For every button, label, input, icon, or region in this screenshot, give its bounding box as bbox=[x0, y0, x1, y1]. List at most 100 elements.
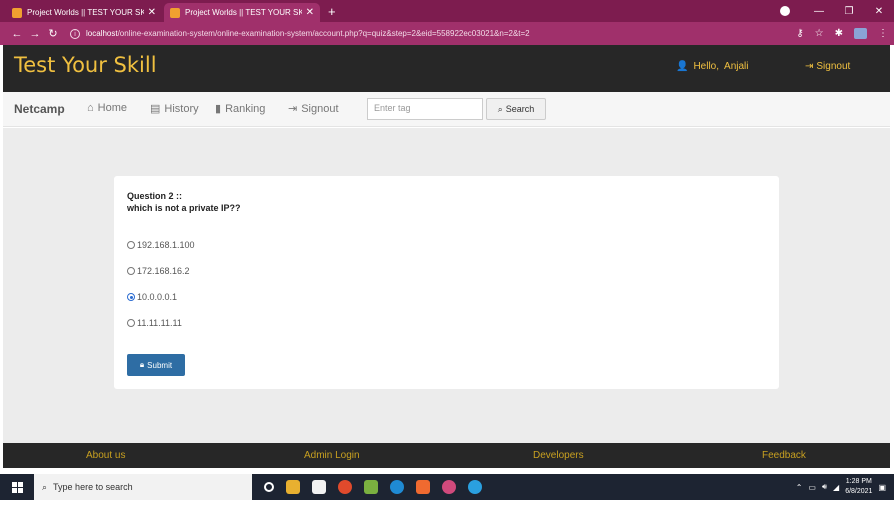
signout-icon: ⇥ bbox=[805, 61, 814, 72]
option-radio-selected[interactable] bbox=[127, 293, 135, 301]
notification-icon[interactable]: ▣ bbox=[878, 483, 886, 492]
browser-tab-2[interactable]: Project Worlds || TEST YOUR SKIL ✕ bbox=[164, 3, 320, 22]
taskbar-search[interactable]: ⌕ Type here to search bbox=[34, 474, 252, 500]
submit-button[interactable]: 🔒︎ Submit bbox=[127, 354, 185, 376]
search-button-label: Search bbox=[505, 104, 535, 114]
search-icon: ⌕ bbox=[497, 103, 503, 114]
clock-time: 1:28 PM bbox=[845, 478, 872, 485]
navbar-brand[interactable]: Netcamp bbox=[14, 102, 65, 116]
option-4[interactable]: 11.11.11.11 bbox=[127, 318, 182, 328]
star-icon[interactable]: ☆ bbox=[815, 28, 824, 39]
submit-label: Submit bbox=[147, 360, 173, 370]
close-tab-icon[interactable]: ✕ bbox=[148, 7, 156, 18]
minimize-icon[interactable]: — bbox=[804, 6, 834, 17]
restore-icon[interactable]: ❐ bbox=[834, 6, 864, 17]
window-controls: — ❐ ✕ bbox=[780, 0, 894, 22]
extensions-area: ⚷ ☆ ✱ ⋮ bbox=[796, 22, 888, 45]
option-label: 10.0.0.0.1 bbox=[137, 292, 178, 302]
edge-beta-icon[interactable] bbox=[468, 480, 482, 494]
option-2[interactable]: 172.168.16.2 bbox=[127, 266, 190, 276]
site-brand: Test Your Skill bbox=[14, 53, 157, 77]
system-tray: ⌃ ▭ 🔊︎ ◢ 1:28 PM 6/8/2021 ▣ bbox=[796, 474, 894, 500]
screen: Project Worlds || TEST YOUR SKIL ✕ Proje… bbox=[0, 0, 894, 523]
task-view-icon[interactable] bbox=[264, 482, 274, 492]
chrome-icon[interactable] bbox=[338, 480, 352, 494]
greeting-label: Hello, bbox=[693, 61, 720, 72]
search-icon: ⌕ bbox=[42, 481, 48, 492]
history-icon: ▤ bbox=[150, 103, 161, 115]
nav-ranking[interactable]: ▮ Ranking bbox=[215, 102, 266, 116]
store-icon[interactable] bbox=[312, 480, 326, 494]
reload-icon[interactable]: ↻ bbox=[44, 27, 62, 40]
nav-signout[interactable]: ⇥ Signout bbox=[288, 102, 339, 116]
close-tab-icon[interactable]: ✕ bbox=[306, 7, 314, 18]
lock-icon: 🔒︎ bbox=[139, 360, 145, 369]
site-header: Test Your Skill 👤 Hello, Anjali ⇥ Signou… bbox=[3, 45, 890, 92]
clock-date: 6/8/2021 bbox=[845, 488, 873, 495]
url-field[interactable]: i localhost/online-examination-system/on… bbox=[70, 28, 530, 39]
user-greeting: 👤 Hello, Anjali bbox=[676, 61, 749, 72]
question-text: which is not a private IP?? bbox=[127, 203, 241, 213]
nav-home[interactable]: ⌂ Home bbox=[87, 102, 127, 114]
clock[interactable]: 1:28 PM 6/8/2021 bbox=[845, 477, 872, 497]
search-input[interactable]: Enter tag bbox=[367, 98, 483, 120]
nav-history[interactable]: ▤ History bbox=[150, 102, 199, 116]
ranking-icon: ▮ bbox=[215, 103, 222, 115]
footer-feedback-link[interactable]: Feedback bbox=[762, 450, 806, 461]
file-explorer-icon[interactable] bbox=[286, 480, 300, 494]
home-icon: ⌂ bbox=[87, 102, 94, 114]
edge-icon[interactable] bbox=[390, 480, 404, 494]
question-number: Question 2 :: bbox=[127, 191, 183, 201]
forward-icon[interactable]: → bbox=[26, 28, 44, 40]
footer-about-link[interactable]: About us bbox=[86, 450, 125, 461]
tab-title: Project Worlds || TEST YOUR SKIL bbox=[185, 8, 302, 17]
address-bar-row: ← → ↻ i localhost/online-examination-sys… bbox=[0, 22, 894, 45]
browser-tab-bar: Project Worlds || TEST YOUR SKIL ✕ Proje… bbox=[0, 0, 894, 22]
nav-label: Signout bbox=[301, 102, 339, 115]
key-icon[interactable]: ⚷ bbox=[796, 28, 803, 39]
taskbar-search-placeholder: Type here to search bbox=[53, 482, 133, 492]
url-host: localhost bbox=[86, 29, 118, 38]
favicon-icon bbox=[170, 7, 180, 18]
option-label: 11.11.11.11 bbox=[137, 318, 182, 328]
nav-label: History bbox=[164, 102, 199, 115]
option-1[interactable]: 192.168.1.100 bbox=[127, 240, 195, 250]
back-icon[interactable]: ← bbox=[8, 28, 26, 40]
app-icon[interactable] bbox=[364, 480, 378, 494]
nav-label: Ranking bbox=[225, 102, 266, 115]
option-3[interactable]: 10.0.0.0.1 bbox=[127, 292, 177, 302]
option-radio[interactable] bbox=[127, 241, 135, 249]
search-button[interactable]: ⌕ Search bbox=[486, 98, 546, 120]
navbar: Netcamp ⌂ Home ▤ History ▮ Ranking ⇥ Sig… bbox=[3, 92, 890, 127]
chevron-up-icon[interactable]: ⌃ bbox=[796, 483, 803, 492]
quiz-panel: Question 2 :: which is not a private IP?… bbox=[114, 176, 779, 389]
battery-icon[interactable]: ▭ bbox=[808, 483, 816, 492]
signout-icon: ⇥ bbox=[288, 103, 298, 115]
info-icon[interactable]: i bbox=[70, 28, 80, 39]
menu-icon[interactable]: ⋮ bbox=[878, 28, 888, 39]
footer-admin-login-link[interactable]: Admin Login bbox=[304, 450, 360, 461]
network-icon[interactable]: ◢ bbox=[833, 483, 839, 492]
close-window-icon[interactable]: ✕ bbox=[864, 6, 894, 17]
user-icon: 👤 bbox=[676, 61, 689, 72]
windows-taskbar: ⌕ Type here to search ⌃ ▭ 🔊︎ ◢ 1:28 PM 6… bbox=[0, 474, 894, 500]
option-radio[interactable] bbox=[127, 267, 135, 275]
profile-icon[interactable] bbox=[780, 6, 790, 16]
xampp-icon[interactable] bbox=[416, 480, 430, 494]
browser-tab-1[interactable]: Project Worlds || TEST YOUR SKIL ✕ bbox=[6, 3, 162, 22]
start-button[interactable] bbox=[0, 481, 34, 493]
tab-title: Project Worlds || TEST YOUR SKIL bbox=[27, 8, 144, 17]
favicon-icon bbox=[12, 7, 22, 18]
header-signout-link[interactable]: ⇥ Signout bbox=[805, 61, 850, 72]
bottom-margin bbox=[0, 500, 894, 523]
chrome-active-icon[interactable] bbox=[442, 480, 456, 494]
puzzle-icon[interactable]: ✱ bbox=[835, 28, 843, 39]
avatar[interactable] bbox=[854, 28, 867, 39]
nav-label: Home bbox=[97, 102, 127, 114]
new-tab-button[interactable]: + bbox=[328, 4, 336, 19]
volume-icon[interactable]: 🔊︎ bbox=[822, 482, 827, 492]
signout-label: Signout bbox=[816, 61, 851, 72]
option-radio[interactable] bbox=[127, 319, 135, 327]
footer-developers-link[interactable]: Developers bbox=[533, 450, 584, 461]
user-name: Anjali bbox=[724, 61, 749, 72]
